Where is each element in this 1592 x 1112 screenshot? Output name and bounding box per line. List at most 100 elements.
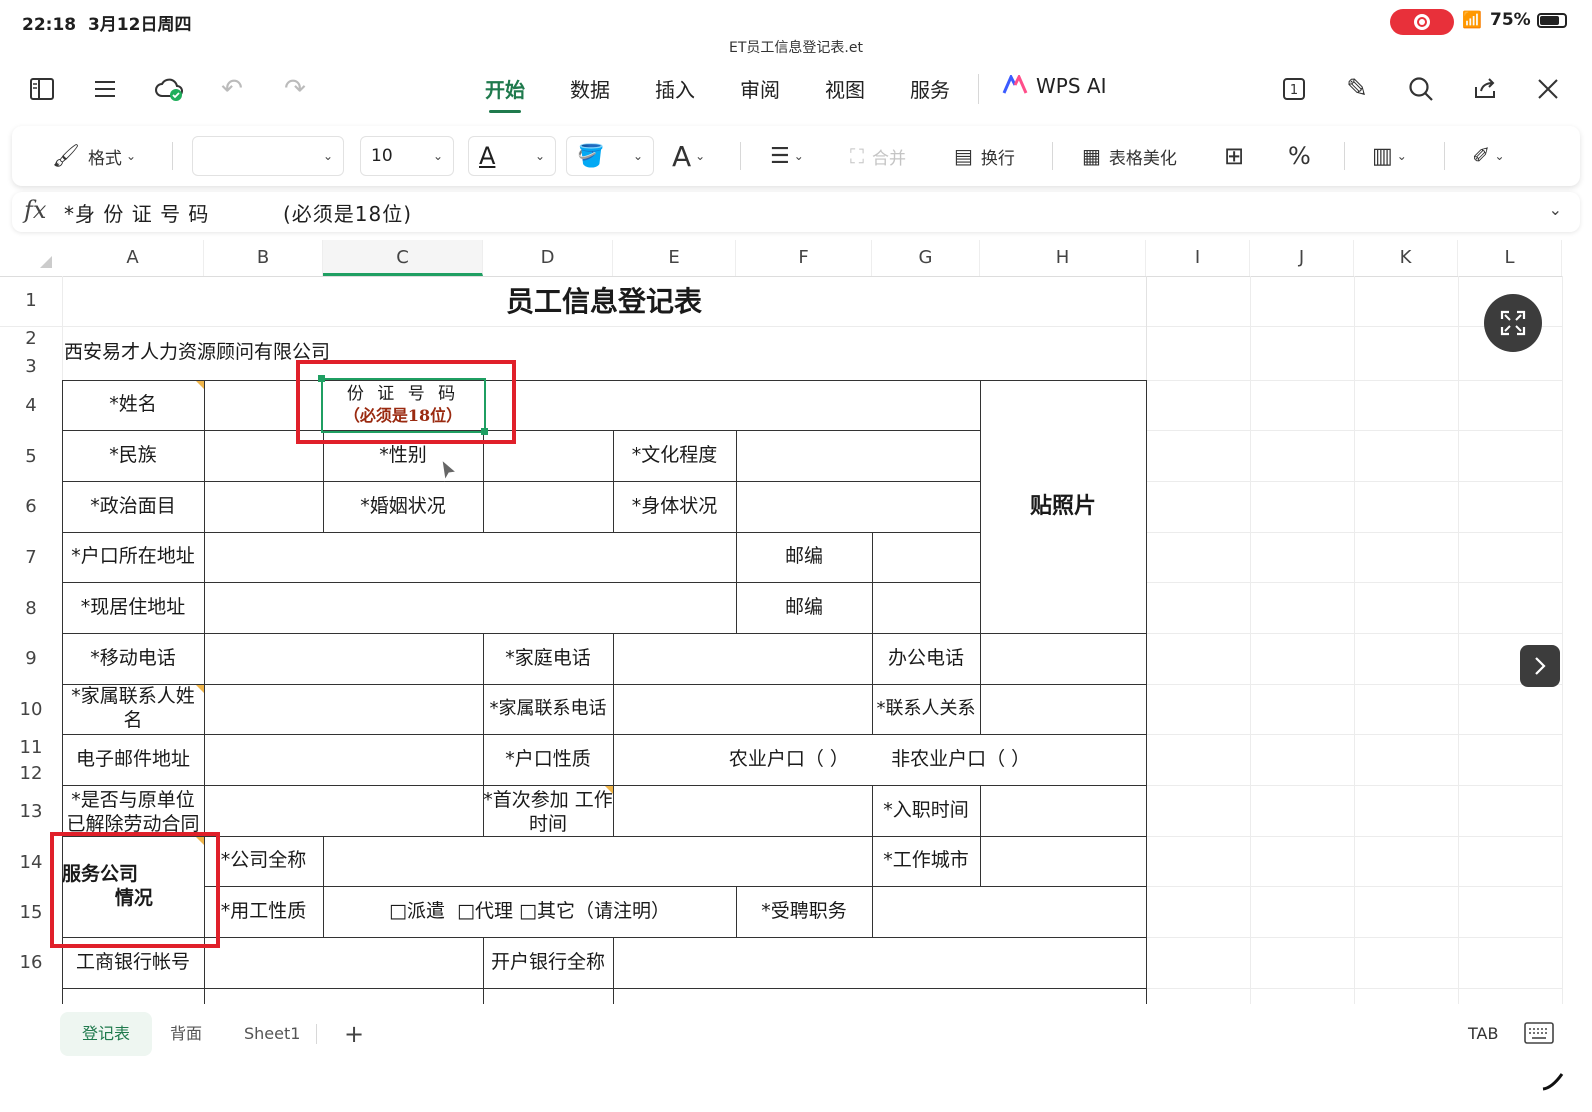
font-name-select[interactable]: ⌄ <box>192 136 344 176</box>
fullscreen-button[interactable] <box>1484 294 1542 352</box>
window-count-icon[interactable]: 1 <box>1277 72 1311 106</box>
row-header-13[interactable]: 13 <box>0 801 62 822</box>
search-icon[interactable] <box>1404 72 1438 106</box>
tab-service[interactable]: 服务 <box>910 74 950 103</box>
row-header-11[interactable]: 11 <box>0 737 62 758</box>
col-header-f[interactable]: F <box>736 240 872 276</box>
comment-indicator-icon[interactable] <box>196 381 204 389</box>
pen-edit-icon[interactable]: ✎ <box>1340 72 1374 106</box>
cell-mobile-label[interactable]: *移动电话 <box>62 633 204 684</box>
col-header-h[interactable]: H <box>980 240 1146 276</box>
cell-hire-date-label[interactable]: *入职时间 <box>872 785 980 836</box>
cell-position-label[interactable]: *受聘职务 <box>736 886 872 937</box>
font-size-select[interactable]: 10 ⌄ <box>360 136 454 176</box>
cell-bank-name-label[interactable]: 开户银行全称 <box>483 937 613 988</box>
comment-indicator-icon[interactable] <box>196 685 204 693</box>
cell-education-label[interactable]: *文化程度 <box>613 430 736 481</box>
cell-email-label[interactable]: 电子邮件地址 <box>62 734 204 785</box>
row-header-7[interactable]: 7 <box>0 547 62 568</box>
cell-current-address-label[interactable]: *现居住地址 <box>62 582 204 633</box>
screen-record-icon[interactable] <box>1390 9 1454 35</box>
col-header-c[interactable]: C <box>323 240 483 276</box>
sheet-tab-register[interactable]: 登记表 <box>60 1012 153 1056</box>
font-style-button[interactable]: A ⌄ <box>672 140 705 173</box>
cell-work-city-label[interactable]: *工作城市 <box>872 836 980 886</box>
row-header-3[interactable]: 3 <box>0 356 62 377</box>
redo-icon[interactable]: ↷ <box>278 72 312 106</box>
tab-data[interactable]: 数据 <box>570 74 610 103</box>
col-header-l[interactable]: L <box>1458 240 1562 276</box>
merge-button[interactable]: ⛶ 合并 <box>850 140 906 172</box>
row-header-2[interactable]: 2 <box>0 328 62 349</box>
cell-postcode-2-label[interactable]: 邮编 <box>736 582 872 633</box>
col-header-b[interactable]: B <box>204 240 323 276</box>
cell-company-fullname-label[interactable]: *公司全称 <box>204 836 323 886</box>
cloud-sync-icon[interactable] <box>152 72 186 106</box>
tab-view[interactable]: 视图 <box>825 74 865 103</box>
col-header-k[interactable]: K <box>1354 240 1458 276</box>
percent-icon[interactable]: % <box>1288 140 1311 172</box>
format-painter-button[interactable]: 🖌 格式 ⌄ <box>52 140 136 172</box>
menu-icon[interactable] <box>88 72 122 106</box>
add-sheet-icon[interactable]: + <box>322 1012 386 1056</box>
row-header-6[interactable]: 6 <box>0 496 62 517</box>
formula-bar[interactable]: fx *身 份 证 号 码 (必须是18位) ⌄ <box>12 192 1580 232</box>
sidebar-toggle-icon[interactable] <box>25 72 59 106</box>
tab-review[interactable]: 审阅 <box>740 74 780 103</box>
cell-ethnic-label[interactable]: *民族 <box>62 430 204 481</box>
close-icon[interactable] <box>1531 72 1565 106</box>
row-header-10[interactable]: 10 <box>0 699 62 720</box>
wrap-button[interactable]: ▤ 换行 <box>954 140 1015 172</box>
row-header-1[interactable]: 1 <box>0 290 62 311</box>
row-header-16[interactable]: 16 <box>0 952 62 973</box>
cell-family-contact-label[interactable]: *家属联系人姓名 <box>62 684 204 734</box>
cell-employment-type-label[interactable]: *用工性质 <box>204 886 323 937</box>
formula-content[interactable]: *身 份 证 号 码 (必须是18位) <box>64 198 412 227</box>
row-header-4[interactable]: 4 <box>0 395 62 416</box>
side-panel-button[interactable] <box>1520 645 1560 687</box>
cell-relation-label[interactable]: *联系人关系 <box>872 684 980 734</box>
tab-start[interactable]: 开始 <box>485 74 525 113</box>
row-header-12[interactable]: 12 <box>0 763 62 784</box>
tab-key-button[interactable]: TAB <box>1446 1012 1520 1056</box>
sheet-tab-sheet1[interactable]: Sheet1 <box>222 1012 322 1056</box>
col-header-e[interactable]: E <box>613 240 736 276</box>
align-button[interactable]: ☰ ⌄ <box>770 140 804 172</box>
col-header-i[interactable]: I <box>1146 240 1250 276</box>
cell-health-label[interactable]: *身体状况 <box>613 481 736 532</box>
cell-politics-label[interactable]: *政治面目 <box>62 481 204 532</box>
cell-first-work-label[interactable]: *首次参加 工作时间 <box>483 785 613 836</box>
cell-family-phone-label[interactable]: *家属联系电话 <box>483 684 613 734</box>
fill-color-button[interactable]: 🪣 ⌄ <box>566 136 654 176</box>
row-header-8[interactable]: 8 <box>0 598 62 619</box>
sheet-title[interactable]: 员工信息登记表 <box>62 276 1146 326</box>
share-icon[interactable] <box>1468 72 1502 106</box>
chevron-down-icon[interactable]: ⌄ <box>1549 200 1562 219</box>
undo-icon[interactable]: ↶ <box>215 72 249 106</box>
table-beautify-button[interactable]: ▦ 表格美化 <box>1082 140 1177 172</box>
col-header-a[interactable]: A <box>62 240 204 276</box>
cell-employment-options[interactable]: □派遣 □代理 □其它（请注明） <box>323 886 736 937</box>
sheet-tab-back[interactable]: 背面 <box>148 1012 224 1056</box>
cell-home-phone-label[interactable]: *家庭电话 <box>483 633 613 684</box>
col-header-j[interactable]: J <box>1250 240 1354 276</box>
cell-hukou-address-label[interactable]: *户口所在地址 <box>62 532 204 582</box>
comment-indicator-icon[interactable] <box>605 786 613 794</box>
select-all-corner[interactable] <box>40 256 52 268</box>
col-header-g[interactable]: G <box>872 240 980 276</box>
row-header-9[interactable]: 9 <box>0 648 62 669</box>
cell-contract-label[interactable]: *是否与原单位已解除劳动合同 <box>62 785 204 836</box>
cell-name-label[interactable]: *姓名 <box>62 380 204 430</box>
keyboard-icon[interactable] <box>1524 1022 1554 1048</box>
cell-hukou-options[interactable]: 农业户口（ ） 非农业户口（ ） <box>613 734 1146 785</box>
cell-photo[interactable]: 贴照片 <box>980 430 1146 583</box>
tab-wps-ai[interactable]: WPS AI <box>1002 73 1106 100</box>
cell-postcode-1-label[interactable]: 邮编 <box>736 532 872 582</box>
cell-hukou-type-label[interactable]: *户口性质 <box>483 734 613 785</box>
conditional-format-button[interactable]: ▥ ⌄ <box>1372 140 1407 172</box>
row-header-5[interactable]: 5 <box>0 446 62 467</box>
cell-marital-label[interactable]: *婚姻状况 <box>323 481 483 532</box>
font-color-button[interactable]: A ⌄ <box>468 136 556 176</box>
eraser-button[interactable]: ✐ ⌄ <box>1472 140 1505 172</box>
tab-insert[interactable]: 插入 <box>655 74 695 103</box>
